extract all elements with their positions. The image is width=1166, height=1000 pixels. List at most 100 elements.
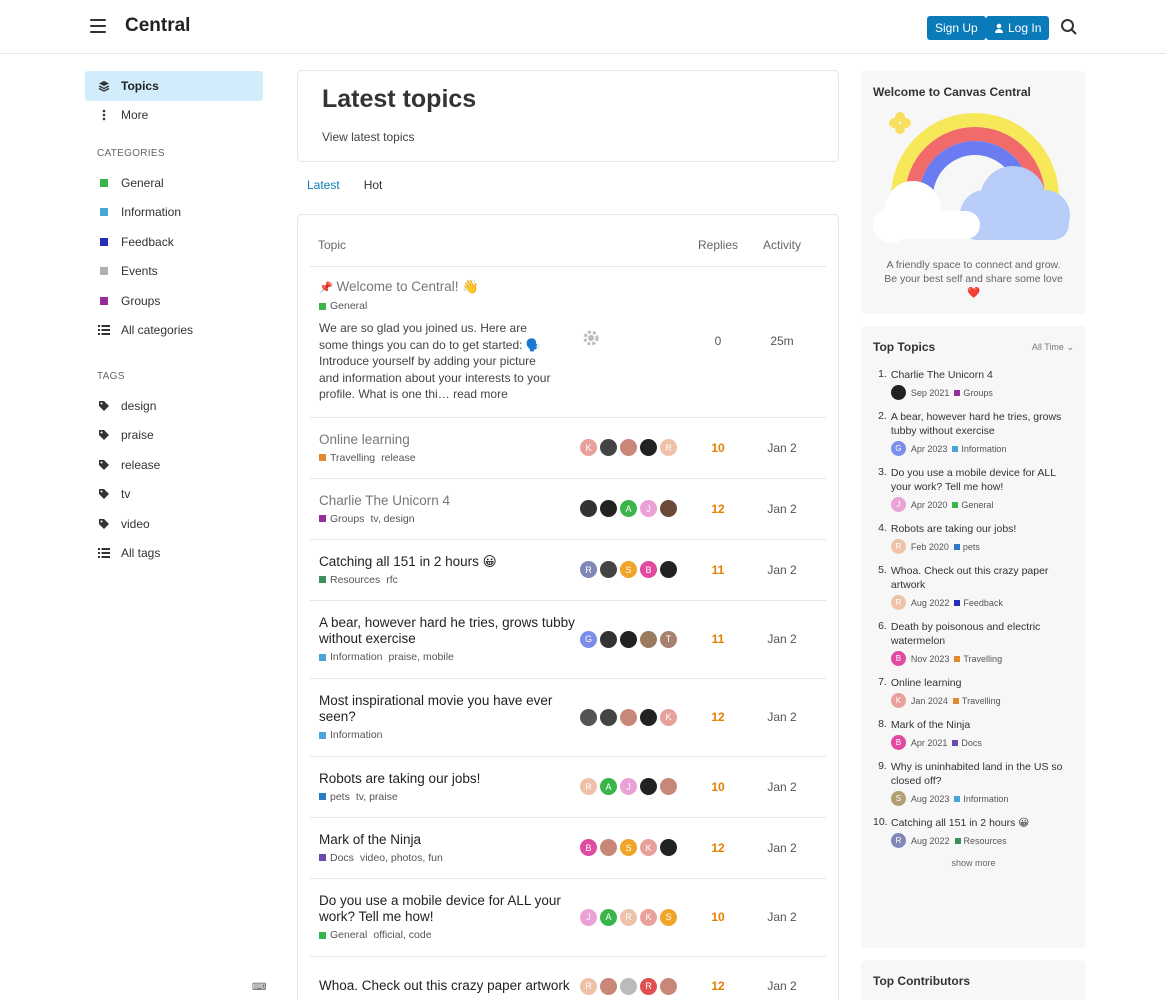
topic-title[interactable]: Online learning bbox=[319, 432, 580, 448]
list-item[interactable]: 1. Charlie The Unicorn 4 Sep 2021 Groups bbox=[873, 368, 1074, 400]
topic-title[interactable]: 📌 Welcome to Central! 👋 bbox=[319, 279, 580, 296]
topic-tags[interactable]: video, photos, fun bbox=[360, 852, 443, 864]
top-topic-title[interactable]: Death by poisonous and electric watermel… bbox=[891, 620, 1074, 648]
avatar[interactable]: R bbox=[580, 778, 597, 795]
activity-time[interactable]: Jan 2 bbox=[746, 841, 818, 855]
table-row[interactable]: Online learning Travelling release K R 10 Jan … bbox=[310, 418, 826, 479]
avatar[interactable] bbox=[580, 500, 597, 517]
topic-tags[interactable]: official, code bbox=[373, 929, 431, 941]
avatar[interactable] bbox=[600, 630, 617, 648]
sidebar-item-category[interactable]: Groups bbox=[85, 286, 263, 316]
avatar[interactable]: J bbox=[620, 778, 637, 795]
read-more-link[interactable]: read more bbox=[453, 387, 508, 401]
top-topic-title[interactable]: Why is uninhabited land in the US so clo… bbox=[891, 760, 1074, 788]
site-title[interactable]: Central bbox=[125, 15, 190, 37]
category-badge[interactable]: Feedback bbox=[954, 596, 1003, 610]
sidebar-item-tag[interactable]: tv bbox=[85, 480, 263, 510]
activity-time[interactable]: Jan 2 bbox=[746, 910, 818, 924]
avatar[interactable] bbox=[600, 561, 617, 578]
avatar[interactable]: K bbox=[660, 708, 677, 726]
topic-tags[interactable]: release bbox=[381, 452, 415, 464]
search-icon[interactable] bbox=[1060, 18, 1078, 36]
category-badge[interactable]: Travelling bbox=[319, 452, 375, 464]
avatar[interactable]: S bbox=[660, 908, 677, 926]
top-topic-title[interactable]: Online learning bbox=[891, 676, 1074, 690]
topic-title[interactable]: Charlie The Unicorn 4 bbox=[319, 493, 580, 509]
avatar[interactable] bbox=[600, 500, 617, 517]
category-badge[interactable]: Resources bbox=[319, 574, 380, 586]
table-row[interactable]: Whoa. Check out this crazy paper artwork… bbox=[310, 957, 826, 1000]
sidebar-item-tag[interactable]: praise bbox=[85, 421, 263, 451]
category-badge[interactable]: Docs bbox=[952, 736, 982, 750]
avatar[interactable]: R bbox=[891, 833, 906, 848]
replies-count[interactable]: 11 bbox=[690, 632, 746, 646]
avatar[interactable] bbox=[660, 977, 677, 995]
replies-count[interactable]: 12 bbox=[690, 502, 746, 516]
top-topic-title[interactable]: Do you use a mobile device for ALL your … bbox=[891, 466, 1074, 494]
category-badge[interactable]: Groups bbox=[319, 513, 364, 525]
avatar[interactable] bbox=[620, 439, 637, 456]
table-row[interactable]: Robots are taking our jobs! pets tv, prais… bbox=[310, 757, 826, 818]
table-row[interactable]: A bear, however hard he tries, grows tub… bbox=[310, 601, 826, 679]
avatar[interactable] bbox=[640, 630, 657, 648]
activity-time[interactable]: Jan 2 bbox=[746, 710, 818, 724]
replies-count[interactable]: 10 bbox=[690, 910, 746, 924]
avatar[interactable] bbox=[890, 385, 906, 400]
avatar[interactable] bbox=[640, 439, 657, 456]
replies-count[interactable]: 10 bbox=[690, 780, 746, 794]
avatar[interactable]: J bbox=[580, 908, 597, 926]
category-badge[interactable]: Travelling bbox=[954, 652, 1002, 666]
top-topic-title[interactable]: Whoa. Check out this crazy paper artwork bbox=[891, 564, 1074, 592]
show-more-link[interactable]: show more bbox=[873, 858, 1074, 868]
topic-tags[interactable]: tv, design bbox=[370, 513, 414, 525]
column-activity[interactable]: Activity bbox=[746, 238, 818, 252]
topic-tags[interactable]: tv, praise bbox=[356, 791, 398, 803]
topic-title[interactable]: Whoa. Check out this crazy paper artwork bbox=[319, 978, 580, 994]
category-badge[interactable]: Information bbox=[319, 651, 383, 663]
avatar[interactable] bbox=[660, 561, 677, 578]
topic-title[interactable]: A bear, however hard he tries, grows tub… bbox=[319, 615, 580, 647]
topic-title[interactable]: Do you use a mobile device for ALL your … bbox=[319, 893, 580, 925]
sidebar-item-category[interactable]: Information bbox=[85, 198, 263, 228]
avatar[interactable]: B bbox=[890, 651, 906, 666]
table-row[interactable]: Charlie The Unicorn 4 Groups tv, design A J 1… bbox=[310, 479, 826, 540]
category-badge[interactable]: Groups bbox=[954, 386, 993, 400]
sign-up-button[interactable]: Sign Up bbox=[927, 16, 986, 40]
avatar[interactable] bbox=[620, 630, 637, 648]
activity-time[interactable]: Jan 2 bbox=[746, 441, 818, 455]
sidebar-item-topics[interactable]: Topics bbox=[85, 71, 263, 101]
table-row[interactable]: Catching all 151 in 2 hours 😀 Resources rf… bbox=[310, 540, 826, 601]
replies-count[interactable]: 12 bbox=[690, 710, 746, 724]
category-badge[interactable]: Information bbox=[952, 442, 1006, 456]
avatar[interactable]: A bbox=[600, 778, 617, 795]
category-badge[interactable]: Resources bbox=[954, 834, 1007, 848]
categories-heading[interactable]: CATEGORIES bbox=[85, 144, 263, 164]
table-row[interactable]: 📌 Welcome to Central! 👋 General We are s… bbox=[310, 267, 826, 418]
avatar[interactable]: J bbox=[640, 500, 657, 517]
category-badge[interactable]: General bbox=[319, 929, 367, 941]
category-badge[interactable]: General bbox=[952, 498, 993, 512]
top-topic-title[interactable]: Catching all 151 in 2 hours 😀 bbox=[891, 816, 1074, 830]
top-topic-title[interactable]: Charlie The Unicorn 4 bbox=[891, 368, 1074, 382]
topic-title[interactable]: Robots are taking our jobs! bbox=[319, 771, 580, 787]
avatar[interactable]: B bbox=[640, 561, 657, 578]
sidebar-item-all-tags[interactable]: All tags bbox=[85, 539, 263, 569]
avatar[interactable]: R bbox=[640, 977, 657, 995]
avatar[interactable] bbox=[620, 708, 637, 726]
avatar[interactable]: A bbox=[600, 908, 617, 926]
avatar[interactable] bbox=[640, 708, 657, 726]
topic-title[interactable]: Most inspirational movie you have ever s… bbox=[319, 693, 580, 725]
avatar[interactable] bbox=[660, 839, 677, 856]
column-replies[interactable]: Replies bbox=[690, 238, 746, 252]
avatar[interactable] bbox=[600, 708, 617, 726]
log-in-button[interactable]: Log In bbox=[986, 16, 1050, 40]
avatar[interactable]: K bbox=[580, 439, 597, 456]
top-topic-title[interactable]: Robots are taking our jobs! bbox=[891, 522, 1074, 536]
avatar[interactable]: R bbox=[580, 977, 597, 995]
replies-count[interactable]: 12 bbox=[690, 979, 746, 993]
avatar[interactable]: T bbox=[660, 630, 677, 648]
sidebar-item-tag[interactable]: design bbox=[85, 391, 263, 421]
topic-tags[interactable]: praise, mobile bbox=[389, 651, 454, 663]
period-select[interactable]: All Time ⌄ bbox=[1032, 342, 1074, 353]
list-item[interactable]: 8. Mark of the Ninja B Apr 2021 Docs bbox=[873, 718, 1074, 750]
